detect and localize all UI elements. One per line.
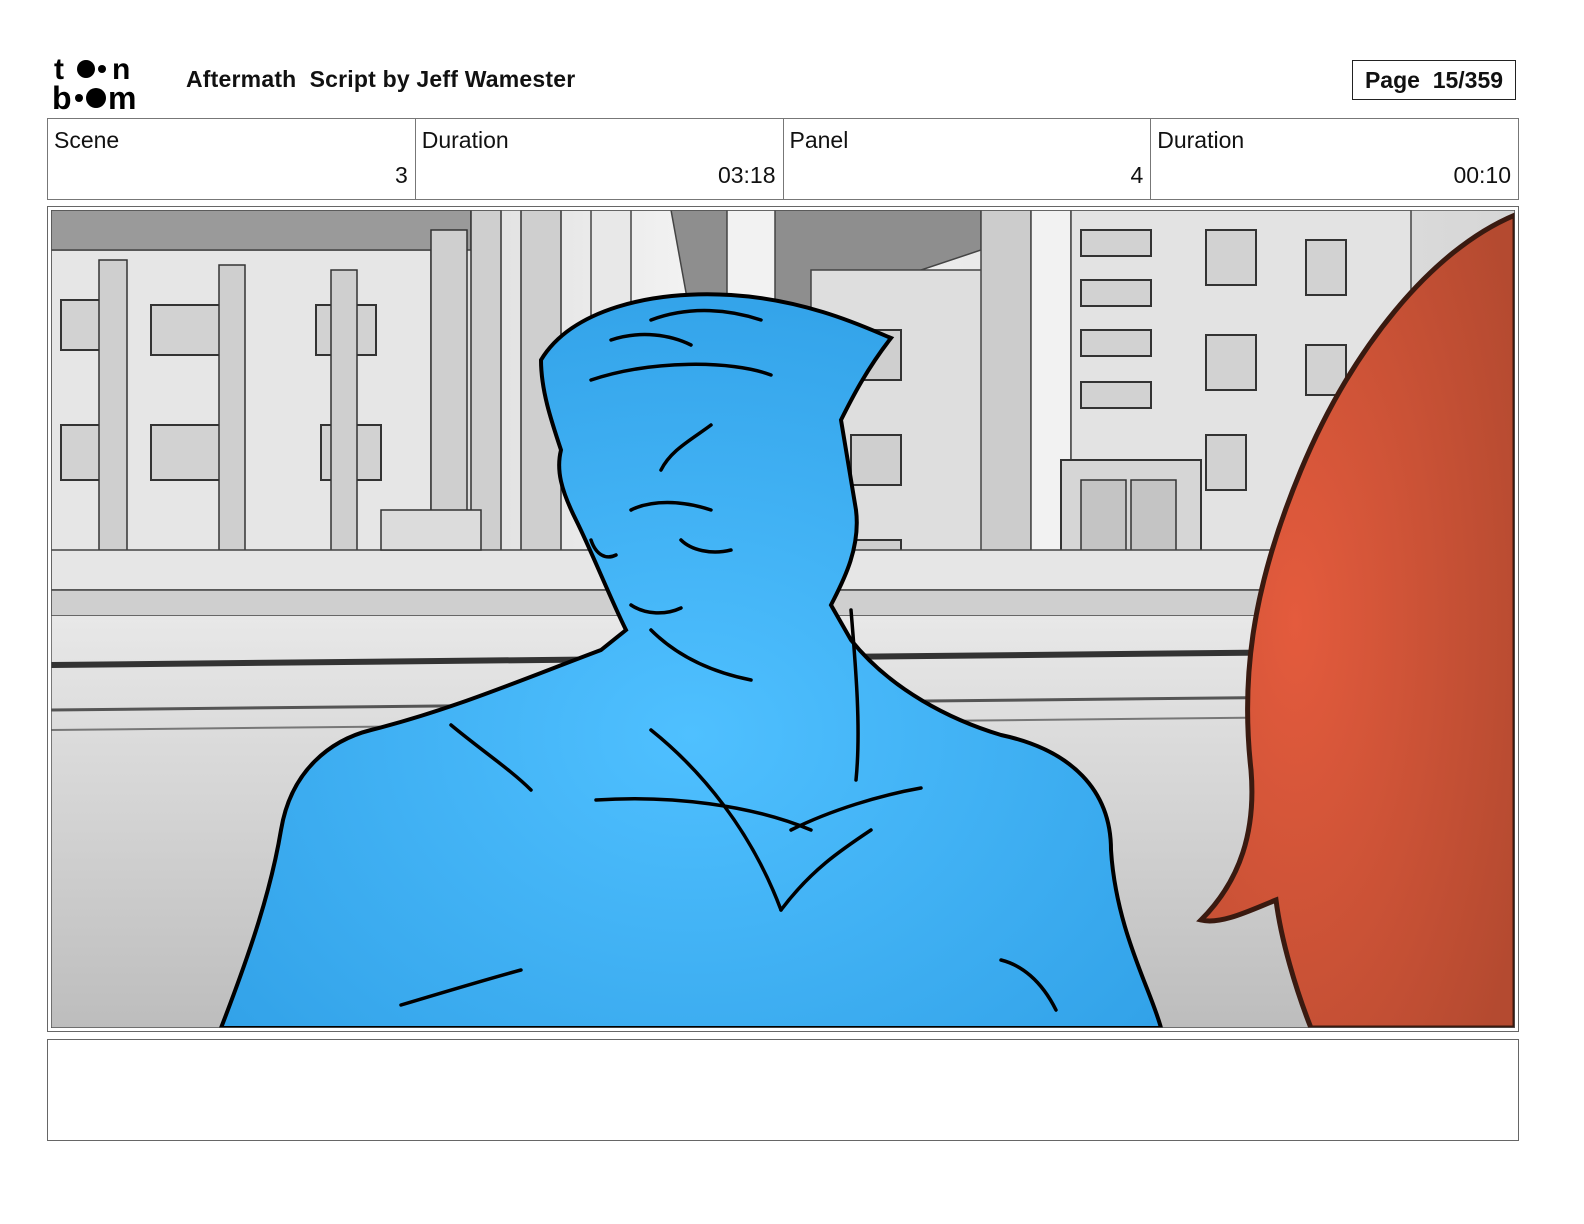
toonboom-logo-icon: t n b m	[52, 53, 136, 112]
svg-text:m: m	[108, 80, 136, 112]
panel-duration-value: 00:10	[1453, 162, 1511, 188]
scene-cell: Scene 3	[48, 119, 416, 199]
page-indicator: Page 15/359	[1352, 60, 1516, 100]
scene-duration-value: 03:18	[717, 162, 776, 188]
document-title: Aftermath Script by Jeff Wamester	[186, 66, 576, 92]
scene-duration-label: Duration	[421, 127, 509, 153]
panel-cell: Panel 4	[784, 119, 1152, 199]
panel-info-row: Scene 3 Duration 03:18 Panel 4 Duration …	[47, 118, 1519, 200]
storyboard-sketch-image	[51, 210, 1515, 1028]
svg-text:b: b	[52, 80, 72, 112]
scene-value: 3	[394, 162, 408, 188]
scene-label: Scene	[54, 127, 120, 153]
panel-value: 4	[1130, 162, 1144, 188]
panel-duration-label: Duration	[1157, 127, 1245, 153]
scene-duration-cell: Duration 03:18	[416, 119, 784, 199]
panel-label: Panel	[789, 127, 849, 153]
panel-duration-cell: Duration 00:10	[1151, 119, 1518, 199]
panel-notes-box	[47, 1039, 1519, 1141]
storyboard-frame	[47, 206, 1519, 1032]
